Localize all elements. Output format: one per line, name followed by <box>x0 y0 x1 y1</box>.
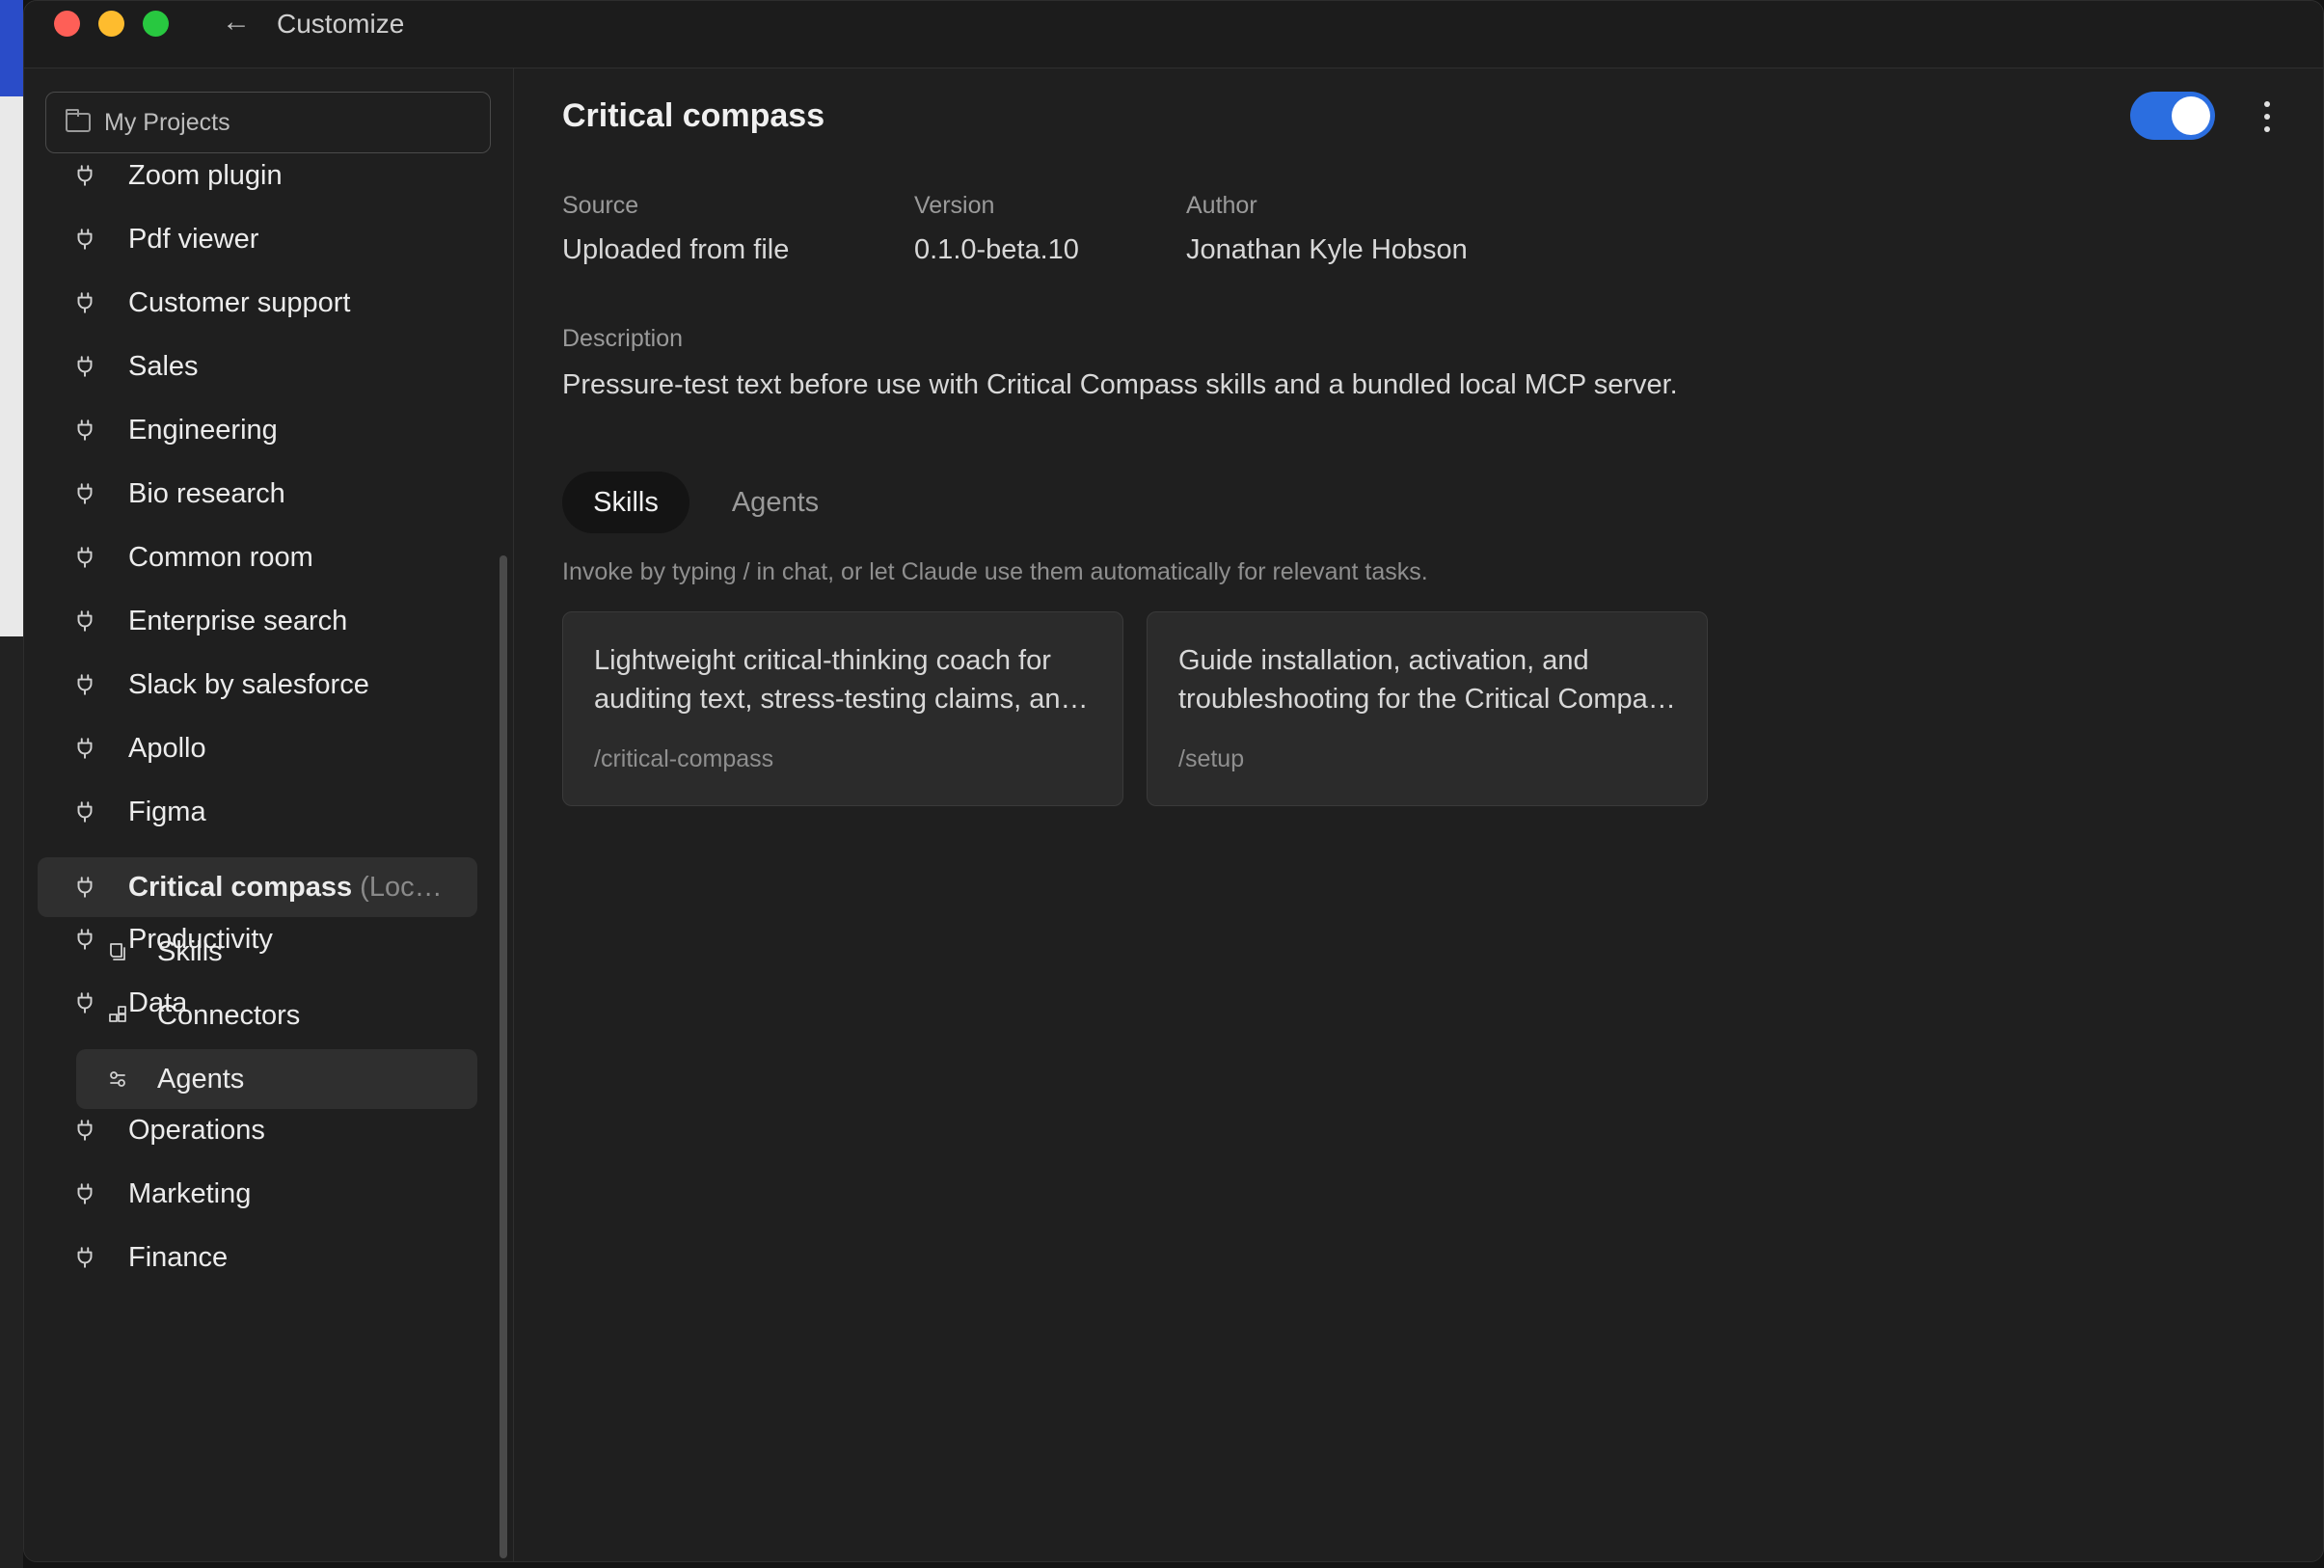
background-window <box>0 0 23 1568</box>
plugin-label: Finance <box>128 1241 229 1273</box>
description-label: Description <box>562 325 684 352</box>
sidebar-item-critical-compass[interactable]: Critical compass (Loc… <box>38 857 477 917</box>
plugin-label: Common room <box>128 541 313 573</box>
sidebar-subitem-agents[interactable]: Agents <box>76 1049 477 1109</box>
agents-icon <box>105 1067 130 1092</box>
plug-icon <box>72 227 97 252</box>
plug-icon <box>72 290 97 315</box>
plugin-label: Figma <box>128 796 206 827</box>
plug-icon <box>72 354 97 379</box>
sidebar-scrollbar[interactable] <box>500 555 507 1558</box>
project-selector[interactable]: My Projects <box>45 92 491 153</box>
source-label: Source <box>562 192 639 219</box>
sidebar-item-sales[interactable]: Sales <box>38 337 477 396</box>
toggle-knob <box>2172 96 2210 135</box>
project-selector-label: My Projects <box>104 108 230 136</box>
plugin-label: Apollo <box>128 732 206 764</box>
plugin-list[interactable]: Zoom plugin Pdf viewer Customer support Sal… <box>24 163 513 1561</box>
minimize-window-button[interactable] <box>98 11 124 37</box>
plug-icon <box>72 481 97 506</box>
zoom-window-button[interactable] <box>143 11 169 37</box>
sidebar-item-apollo[interactable]: Apollo <box>38 718 477 778</box>
sidebar-item-slack-by-salesforce[interactable]: Slack by salesforce <box>38 655 477 715</box>
close-window-button[interactable] <box>54 11 80 37</box>
plugin-source-suffix: (Loc… <box>360 871 443 903</box>
page-title: Critical compass <box>562 97 825 134</box>
description-text: Pressure-test text before use with Criti… <box>562 369 1678 400</box>
plugin-label: Enterprise search <box>128 605 348 636</box>
app-window: ← Customize My Projects Zoom plugin Pdf v… <box>23 0 2324 1562</box>
plugin-label: Marketing <box>128 1177 252 1209</box>
plugin-label: Slack by salesforce <box>128 668 369 700</box>
back-arrow-icon[interactable]: ← <box>222 5 251 40</box>
source-value: Uploaded from file <box>562 234 790 265</box>
skills-icon <box>105 939 130 964</box>
plugin-label: Customer support <box>128 286 351 318</box>
version-label: Version <box>914 192 995 219</box>
sidebar-subitem-connectors[interactable]: Connectors <box>76 986 477 1045</box>
plugin-enabled-toggle[interactable] <box>2130 92 2215 140</box>
more-options-icon[interactable] <box>2257 97 2277 136</box>
title-bar: ← Customize <box>24 1 2323 68</box>
plug-icon <box>72 672 97 697</box>
plug-icon <box>72 545 97 570</box>
plug-icon <box>72 875 97 900</box>
sidebar-item-bio-research[interactable]: Bio research <box>38 464 477 524</box>
plug-icon <box>72 608 97 634</box>
plug-icon <box>72 418 97 443</box>
plugin-label: Pdf viewer <box>128 223 259 255</box>
sidebar-item-enterprise-search[interactable]: Enterprise search <box>38 591 477 651</box>
plugin-label: Engineering <box>128 414 278 446</box>
sidebar-item-pdf-viewer[interactable]: Pdf viewer <box>38 209 477 269</box>
sidebar-item-marketing[interactable]: Marketing <box>38 1164 477 1224</box>
plugin-label: Sales <box>128 350 199 382</box>
plug-icon <box>72 736 97 761</box>
skill-card-setup[interactable]: Guide installation, activation, and trou… <box>1147 611 1708 806</box>
skill-description: Lightweight critical-thinking coach for … <box>594 645 1076 715</box>
sidebar-item-engineering[interactable]: Engineering <box>38 400 477 460</box>
sidebar-item-zoom-plugin[interactable]: Zoom plugin <box>38 163 477 205</box>
sidebar-item-finance[interactable]: Finance <box>38 1228 477 1287</box>
plug-icon <box>72 799 97 825</box>
plug-icon <box>72 1181 97 1206</box>
skill-description: Guide installation, activation, and trou… <box>1178 645 1676 715</box>
sidebar-item-common-room[interactable]: Common room <box>38 527 477 587</box>
sidebar: My Projects Zoom plugin Pdf viewer Custome… <box>24 68 514 1561</box>
plugin-label: Critical compass <box>128 871 353 903</box>
author-label: Author <box>1186 192 1257 219</box>
plug-icon <box>72 163 97 188</box>
sidebar-item-figma[interactable]: Figma <box>38 782 477 842</box>
skills-hint: Invoke by typing / in chat, or let Claud… <box>562 558 1428 585</box>
plug-icon <box>72 1118 97 1143</box>
sidebar-subitem-skills[interactable]: Skills <box>76 922 477 982</box>
version-value: 0.1.0-beta.10 <box>914 234 1079 265</box>
plugin-label: Operations <box>128 1114 265 1146</box>
sidebar-item-customer-support[interactable]: Customer support <box>38 273 477 333</box>
sidebar-item-operations[interactable]: Operations <box>38 1100 477 1160</box>
connectors-icon <box>105 1003 130 1028</box>
tab-agents[interactable]: Agents <box>719 472 831 533</box>
author-value: Jonathan Kyle Hobson <box>1186 234 1468 265</box>
skill-command: /critical-compass <box>594 745 774 772</box>
plugin-label: Bio research <box>128 477 285 509</box>
folder-icon <box>66 109 91 132</box>
window-title: Customize <box>277 9 405 39</box>
plugin-detail-panel: Critical compass Source Uploaded from fi… <box>515 68 2323 1561</box>
tab-skills[interactable]: Skills <box>562 472 689 533</box>
skill-card-critical-compass[interactable]: Lightweight critical-thinking coach for … <box>562 611 1123 806</box>
skill-command: /setup <box>1178 745 1245 772</box>
plug-icon <box>72 1245 97 1270</box>
plugin-label: Zoom plugin <box>128 163 283 191</box>
